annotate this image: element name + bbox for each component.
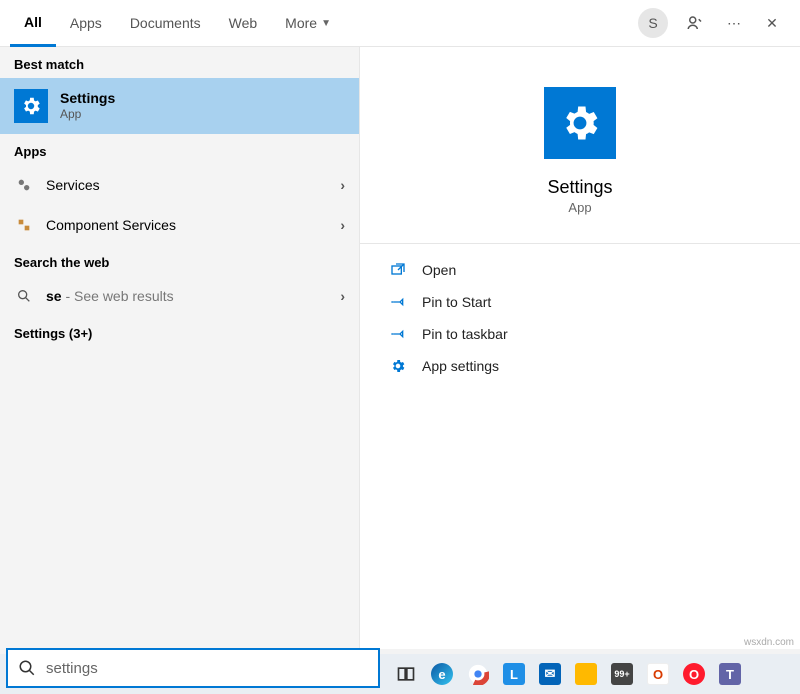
- result-name: Settings: [60, 89, 345, 107]
- chevron-right-icon: ›: [340, 288, 345, 304]
- result-web-search[interactable]: se - See web results ›: [0, 276, 359, 316]
- tab-label: Documents: [130, 15, 201, 31]
- result-name: se - See web results: [46, 287, 328, 305]
- action-label: Open: [422, 262, 456, 278]
- section-settings-more[interactable]: Settings (3+): [0, 316, 359, 347]
- opera-icon[interactable]: O: [680, 660, 708, 688]
- result-name: Services: [46, 176, 328, 194]
- search-icon: [14, 286, 34, 306]
- results-pane: Best match Settings App Apps Services › …: [0, 47, 359, 649]
- gear-icon: [390, 358, 408, 374]
- action-pin-taskbar[interactable]: Pin to taskbar: [390, 318, 770, 350]
- search-input[interactable]: [44, 659, 368, 678]
- tab-more[interactable]: More ▼: [271, 0, 345, 47]
- task-view-icon[interactable]: [392, 660, 420, 688]
- gears-icon: [14, 175, 34, 195]
- chevron-right-icon: ›: [340, 177, 345, 193]
- detail-pane: Settings App Open Pin to Start Pin to ta…: [359, 47, 800, 649]
- action-pin-start[interactable]: Pin to Start: [390, 286, 770, 318]
- user-avatar[interactable]: S: [638, 8, 668, 38]
- app-l-icon[interactable]: L: [500, 660, 528, 688]
- tab-label: Apps: [70, 15, 102, 31]
- avatar-initial: S: [648, 15, 657, 31]
- section-web: Search the web: [0, 245, 359, 276]
- tab-all[interactable]: All: [10, 0, 56, 47]
- gear-icon: [544, 87, 616, 159]
- mail-icon[interactable]: ✉: [536, 660, 564, 688]
- search-tabs: All Apps Documents Web More ▼ S ⋯ ✕: [0, 0, 800, 47]
- tab-label: Web: [229, 15, 258, 31]
- watermark: wsxdn.com: [744, 637, 794, 648]
- result-text: Settings App: [60, 89, 345, 123]
- close-icon[interactable]: ✕: [762, 15, 782, 32]
- detail-actions: Open Pin to Start Pin to taskbar App set…: [360, 243, 800, 392]
- search-icon: [18, 659, 36, 677]
- tab-label: All: [24, 14, 42, 30]
- section-best-match: Best match: [0, 47, 359, 78]
- tab-apps[interactable]: Apps: [56, 0, 116, 47]
- taskbar-search[interactable]: [6, 648, 380, 688]
- teams-icon[interactable]: T: [716, 660, 744, 688]
- result-best-match[interactable]: Settings App: [0, 78, 359, 134]
- action-app-settings[interactable]: App settings: [390, 350, 770, 382]
- detail-sub: App: [568, 200, 591, 215]
- action-open[interactable]: Open: [390, 254, 770, 286]
- chrome-icon[interactable]: [464, 660, 492, 688]
- office-icon[interactable]: O: [644, 660, 672, 688]
- open-icon: [390, 262, 408, 278]
- more-options-icon[interactable]: ⋯: [724, 15, 744, 32]
- detail-title: Settings: [547, 177, 612, 198]
- tab-documents[interactable]: Documents: [116, 0, 215, 47]
- explorer-icon[interactable]: [572, 660, 600, 688]
- caret-down-icon: ▼: [321, 18, 331, 29]
- result-app-services[interactable]: Services ›: [0, 165, 359, 205]
- result-sub: App: [60, 107, 345, 123]
- rewards-icon[interactable]: [686, 14, 706, 32]
- edge-icon[interactable]: e: [428, 660, 456, 688]
- gear-icon: [14, 89, 48, 123]
- pin-icon: [390, 294, 408, 310]
- action-label: App settings: [422, 358, 499, 374]
- pin-icon: [390, 326, 408, 342]
- action-label: Pin to Start: [422, 294, 491, 310]
- result-name: Component Services: [46, 216, 328, 234]
- result-app-component-services[interactable]: Component Services ›: [0, 205, 359, 245]
- section-apps: Apps: [0, 134, 359, 165]
- header-right: S ⋯ ✕: [638, 8, 790, 38]
- component-icon: [14, 215, 34, 235]
- chevron-right-icon: ›: [340, 217, 345, 233]
- tab-web[interactable]: Web: [215, 0, 272, 47]
- action-label: Pin to taskbar: [422, 326, 508, 342]
- badge-99[interactable]: 99+: [608, 660, 636, 688]
- tab-label: More: [285, 15, 317, 31]
